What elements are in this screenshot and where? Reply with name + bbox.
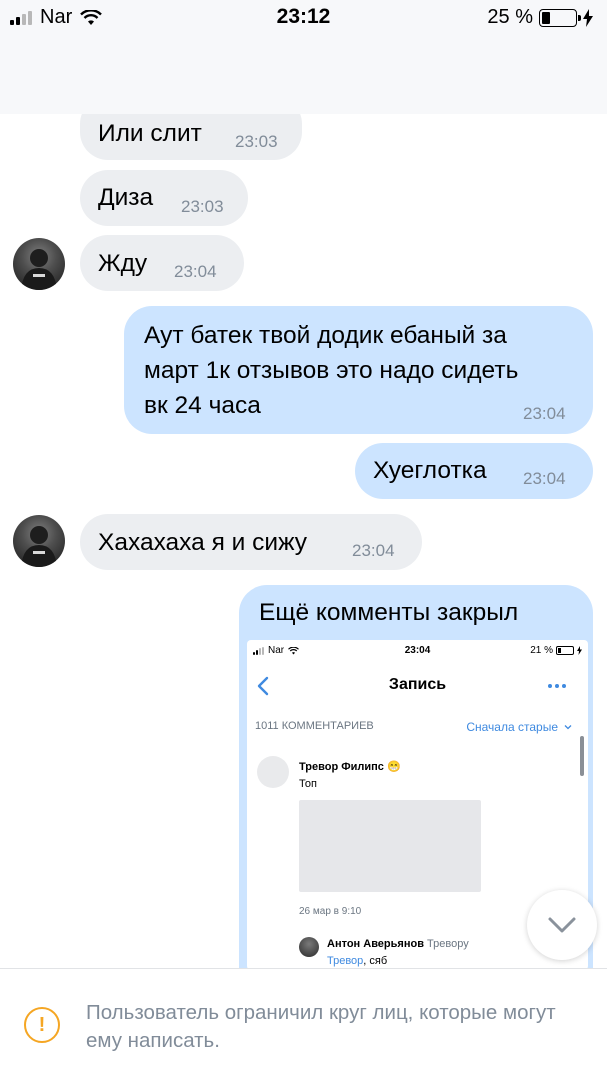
chevron-down-icon[interactable]	[369, 55, 385, 65]
more-icon	[548, 684, 566, 688]
embedded-status-bar: Nar 23:04 21 %	[247, 640, 588, 662]
status-bar: Nar 23:12 25 %	[0, 0, 607, 36]
embedded-title: Запись	[388, 676, 447, 693]
chevron-down-icon	[564, 725, 572, 730]
message-time: 23:04	[523, 469, 566, 488]
message-bubble-outgoing[interactable]: Хуеглотка 23:04	[355, 443, 593, 499]
message-time: 23:03	[235, 132, 278, 151]
embedded-battery-percent: 21 %	[530, 645, 553, 656]
comments-count: 1011 КОММЕНТАРИЕВ	[255, 720, 374, 732]
warning-icon: !	[24, 1007, 60, 1043]
message-bubble-incoming[interactable]: Или слит 23:03	[80, 96, 302, 160]
scrollbar	[580, 736, 584, 776]
reply-text: , сяб	[363, 955, 388, 967]
scroll-down-button[interactable]	[527, 890, 597, 960]
avatar-image	[21, 526, 57, 567]
charging-icon	[583, 8, 593, 27]
commenter-avatar	[257, 756, 289, 788]
message-text: Хахахаха я и сижу	[98, 529, 307, 556]
message-text: Жду	[98, 250, 148, 277]
avatar-image	[21, 249, 57, 290]
message-time: 23:04	[352, 541, 395, 560]
embedded-nav-bar: Запись	[247, 668, 588, 708]
sort-label: Сначала старые	[466, 720, 558, 734]
reply-mention: Тревор	[327, 955, 364, 967]
comments-header: 1011 КОММЕНТАРИЕВ Сначала старые	[255, 720, 572, 736]
contact-name-row[interactable]: Антон Аверьянов	[156, 46, 385, 73]
battery-icon	[556, 646, 574, 655]
back-button[interactable]	[12, 54, 48, 94]
message-text-line: вк 24 часа	[144, 392, 261, 419]
comment-author: Тревор Филипс	[299, 761, 384, 773]
battery-percent: 25 %	[487, 6, 533, 28]
charging-icon	[577, 646, 582, 655]
reply-author: Антон Аверьянов	[327, 938, 424, 950]
status-bar-right: 25 %	[487, 6, 593, 29]
reply-author-row: Антон Аверьянов Тревору	[327, 938, 469, 950]
sender-avatar[interactable]	[13, 238, 65, 290]
battery-icon	[539, 8, 581, 27]
comment-date: 26 мар в 9:10	[299, 906, 362, 917]
reply-to: Тревору	[427, 938, 469, 950]
message-text-line: Аут батек твой додик ебаный за	[144, 322, 507, 349]
message-bubble-incoming[interactable]: Хахахаха я и сижу 23:04	[80, 514, 422, 570]
contact-name[interactable]: Антон Аверьянов	[156, 46, 359, 73]
contact-avatar[interactable]	[78, 44, 136, 102]
restriction-text: Пользователь ограничил круг лиц, которые…	[86, 1001, 556, 1052]
comment-text: Топ	[299, 778, 317, 790]
message-time: 23:04	[523, 404, 566, 423]
message-time: 23:03	[181, 197, 224, 216]
sender-avatar[interactable]	[13, 515, 65, 567]
message-bubble-incoming[interactable]: Диза 23:03	[80, 170, 248, 226]
battery-fill	[542, 11, 550, 24]
chevron-left-icon	[22, 59, 38, 89]
comment-author-row: Тревор Филипс 😁	[299, 760, 401, 773]
comment-emoji: 😁	[386, 761, 401, 773]
comment-image-placeholder	[299, 800, 481, 892]
message-text: Диза	[98, 184, 154, 211]
message-text: Хуеглотка	[373, 457, 487, 484]
message-text: Или слит	[98, 120, 202, 147]
call-button[interactable]	[543, 52, 587, 96]
chevron-down-icon	[548, 917, 576, 933]
reply-text-row: Тревор, сяб	[327, 955, 387, 967]
message-bubble-incoming[interactable]: Жду 23:04	[80, 235, 244, 291]
message-text: Ещё комменты закрыл	[259, 599, 519, 626]
avatar-image	[88, 56, 126, 102]
reply-avatar	[299, 937, 319, 957]
message-bubble-outgoing[interactable]: Аут батек твой додик ебаный за март 1к о…	[124, 306, 593, 434]
message-text-line: март 1к отзывов это надо сидеть	[144, 357, 519, 384]
message-time: 23:04	[174, 262, 217, 281]
restriction-notice: ! Пользователь ограничил круг лиц, котор…	[0, 968, 607, 1080]
phone-icon	[549, 58, 581, 90]
